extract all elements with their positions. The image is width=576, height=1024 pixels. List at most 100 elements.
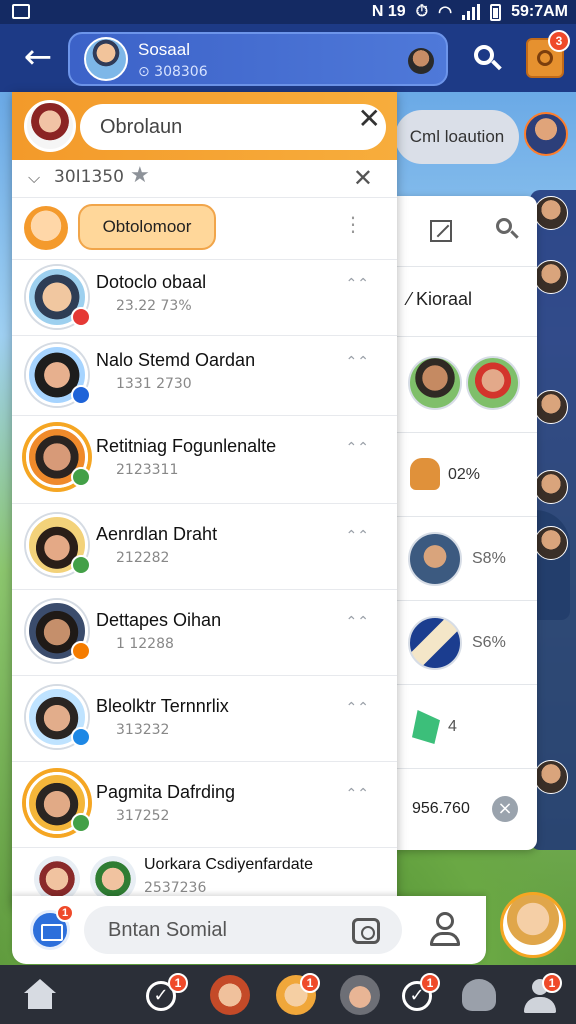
chat-avatar — [84, 37, 128, 81]
contact-avatar — [26, 266, 91, 328]
stat-value: S6% — [472, 634, 506, 651]
strip-avatar[interactable] — [534, 260, 568, 294]
chevron-up-icon[interactable]: ⌃⌃ — [346, 528, 369, 544]
back-arrow-icon[interactable]: ← — [18, 38, 58, 78]
contact-avatar — [26, 772, 91, 834]
search-icon[interactable] — [496, 218, 522, 244]
contact-row[interactable]: Retitniag Fogunlenalte 2123311 ⌃⌃ — [12, 416, 397, 504]
contact-name: Pagmita Dafrding — [96, 782, 236, 802]
contact-row[interactable]: Dotoclo obaal 23.22 73% ⌃⌃ — [12, 260, 397, 336]
more-options-icon[interactable]: ⋮ — [343, 212, 363, 236]
contact-subtitle: 317252 — [116, 808, 170, 824]
close-icon[interactable]: ✕ — [358, 102, 381, 135]
status-badge — [71, 385, 91, 405]
edit-icon[interactable] — [430, 220, 452, 242]
camera-icon[interactable] — [352, 918, 380, 944]
strip-avatar[interactable] — [534, 196, 568, 230]
contact-name: Dettapes Oihan — [96, 610, 222, 630]
contact-name: Retitniag Fogunlenalte — [96, 436, 277, 456]
contact-list: Dotoclo obaal 23.22 73% ⌃⌃ Nalo Stemd Oa… — [12, 260, 397, 904]
chevron-up-icon[interactable]: ⌃⌃ — [346, 276, 369, 292]
my-avatar[interactable] — [500, 892, 566, 958]
chat-title: Sosaal — [138, 40, 190, 59]
chevron-up-icon[interactable]: ⌃⌃ — [346, 786, 369, 802]
friend-avatar-icon[interactable] — [338, 973, 382, 1017]
chat-subtitle: ⊙ 308306 — [138, 64, 208, 80]
stat-value: S8% — [472, 550, 506, 567]
divider — [396, 432, 537, 433]
chevron-up-icon[interactable]: ⌃⌃ — [346, 700, 369, 716]
contact-subtitle: 313232 — [116, 722, 170, 738]
divider — [396, 336, 537, 337]
chat-header[interactable]: Sosaal ⊙ 308306 — [68, 32, 448, 86]
stat-value: 02% — [448, 466, 481, 483]
side-panel: ⁄ Kioraal 02% S8% S6% 4 956.760 × — [396, 196, 537, 850]
star-icon[interactable]: ★ — [130, 163, 150, 188]
contact-icon[interactable] — [428, 910, 462, 950]
contact-subtitle: 2123311 — [116, 462, 179, 478]
contact-subtitle: 23.22 73% — [116, 298, 192, 314]
status-badge — [71, 641, 91, 661]
bottom-navigation: ✓ 1 1 ✓ 1 1 — [0, 965, 576, 1024]
chevron-up-icon[interactable]: ⌃⌃ — [346, 614, 369, 630]
strip-avatar[interactable] — [534, 390, 568, 424]
bell-icon — [537, 50, 553, 66]
contact-name: Aenrdlan Draht — [96, 524, 218, 544]
alarm-icon: ⏱ — [415, 3, 429, 20]
contact-avatar — [26, 344, 91, 406]
status-network-text: N 19 — [371, 3, 406, 20]
contact-row[interactable]: Bleolktr Ternnrlix 313232 ⌃⌃ — [12, 676, 397, 762]
status-badge — [71, 813, 91, 833]
background-avatar — [524, 112, 568, 156]
contact-row[interactable]: Nalo Stemd Oardan 1331 2730 ⌃⌃ — [12, 336, 397, 416]
member-avatar[interactable] — [408, 356, 462, 410]
contact-name: Uorkara Csdiyenfardate — [144, 856, 313, 873]
chat-member-avatar[interactable] — [408, 48, 434, 74]
panel-header: Obrolaun ✕ — [12, 92, 397, 160]
chevron-icon[interactable]: ⌵ — [28, 168, 40, 188]
search-icon[interactable] — [470, 42, 504, 76]
contact-avatar — [26, 600, 91, 662]
strip-avatar[interactable] — [534, 470, 568, 504]
nav-badge: 1 — [542, 973, 562, 993]
chevron-up-icon[interactable]: ⌃⌃ — [346, 440, 369, 456]
emoji-avatar — [24, 206, 68, 250]
pinned-bubble[interactable]: Obtolomoor — [78, 204, 216, 250]
contact-name: Dotoclo obaal — [96, 272, 207, 292]
contact-row[interactable]: Pagmita Dafrding 317252 ⌃⌃ — [12, 762, 397, 848]
divider — [396, 684, 537, 685]
contact-name: Nalo Stemd Oardan — [96, 350, 256, 370]
nav-badge: 1 — [300, 973, 320, 993]
contact-row[interactable]: Dettapes Oihan 1 12288 ⌃⌃ — [12, 590, 397, 676]
friend-avatar-icon[interactable] — [208, 973, 252, 1017]
battery-icon — [490, 3, 502, 21]
strip-avatar[interactable] — [534, 760, 568, 794]
member-avatar[interactable] — [466, 356, 520, 410]
contact-name: Bleolktr Ternnrlix — [96, 696, 229, 716]
contact-subtitle: 1331 2730 — [116, 376, 192, 392]
chevron-up-icon[interactable]: ⌃⌃ — [346, 354, 369, 370]
stat-avatar — [408, 532, 462, 586]
signal-icon — [462, 4, 481, 20]
contact-subtitle: 1 12288 — [116, 636, 174, 652]
notification-badge: 3 — [548, 30, 570, 52]
divider — [396, 600, 537, 601]
nav-badge: 1 — [168, 973, 188, 993]
pinned-row[interactable]: Obtolomoor ⋮ — [12, 198, 397, 260]
nav-badge: 1 — [420, 973, 440, 993]
gem-icon — [412, 710, 440, 744]
divider — [396, 516, 537, 517]
mail-badge: 1 — [56, 904, 74, 922]
bat-icon — [408, 616, 462, 670]
stat-value: 4 — [448, 718, 457, 735]
strip-avatar[interactable] — [534, 526, 568, 560]
contact-row[interactable]: Aenrdlan Draht 212282 ⌃⌃ — [12, 504, 397, 590]
home-icon[interactable] — [18, 973, 62, 1017]
close-filter-icon[interactable]: ✕ — [353, 164, 373, 192]
clear-icon[interactable]: × — [492, 796, 518, 822]
stat-icon-glove — [410, 458, 440, 490]
helmet-icon[interactable] — [458, 973, 502, 1017]
divider — [396, 266, 537, 267]
search-input[interactable]: Obrolaun — [80, 104, 386, 150]
user-avatar[interactable] — [24, 100, 76, 152]
